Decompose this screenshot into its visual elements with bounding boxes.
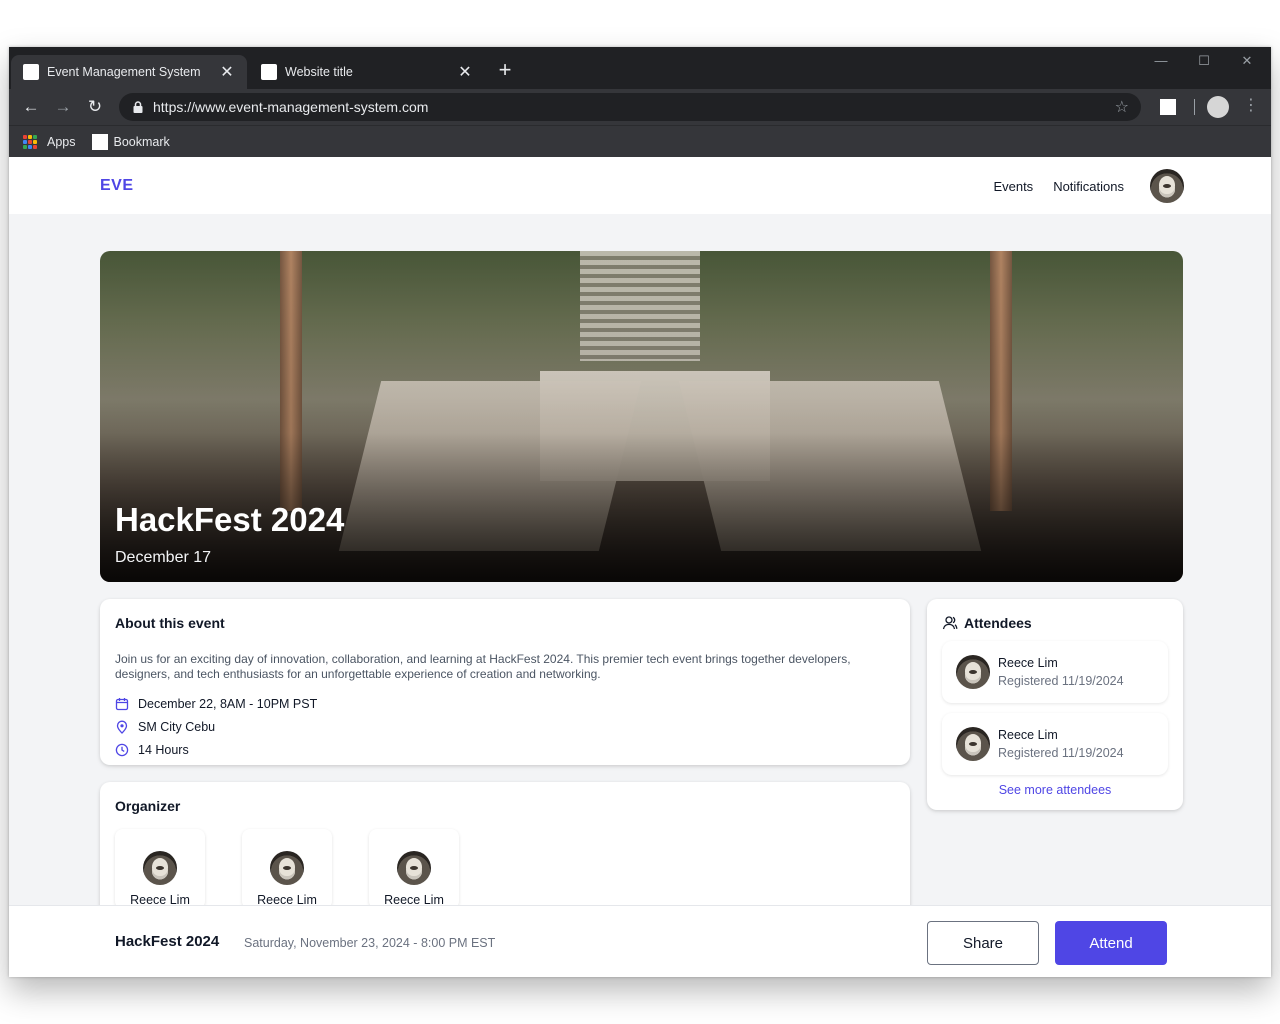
organizer-card: Organizer Reece Lim Reece Lim Reece Lim <box>100 782 910 922</box>
attendee-info: Reece Lim Registered 11/19/2024 <box>998 728 1124 760</box>
share-button[interactable]: Share <box>927 921 1039 965</box>
back-arrow-icon[interactable]: ← <box>19 95 43 119</box>
event-location-row: SM City Cebu <box>115 719 895 734</box>
star-icon[interactable]: ☆ <box>1115 97 1129 117</box>
browser-chrome: Event Management System ✕ Website title … <box>9 47 1271 157</box>
event-hero-banner: HackFest 2024 December 17 <box>100 251 1183 582</box>
attendee-registered: Registered 11/19/2024 <box>998 674 1124 688</box>
event-duration-row: 14 Hours <box>115 742 895 757</box>
attendee-item[interactable]: Reece Lim Registered 11/19/2024 <box>942 641 1168 703</box>
attendees-header: Attendees <box>942 615 1168 631</box>
browser-toolbar: ← → ↻ https://www.event-management-syste… <box>9 89 1271 125</box>
clock-icon <box>115 743 129 756</box>
address-bar[interactable]: https://www.event-management-system.com … <box>119 93 1141 121</box>
attendee-name: Reece Lim <box>998 728 1058 742</box>
bookmarks-bar: Apps Bookmark <box>9 125 1271 157</box>
close-icon[interactable]: ✕ <box>457 62 473 82</box>
bookmark-link[interactable]: Bookmark <box>114 135 170 149</box>
location-pin-icon <box>116 720 128 734</box>
attendee-name: Reece Lim <box>998 656 1058 670</box>
avatar <box>397 851 431 885</box>
footer-event-datetime: Saturday, November 23, 2024 - 8:00 PM ES… <box>244 936 496 950</box>
see-more-attendees-link[interactable]: See more attendees <box>942 783 1168 797</box>
avatar <box>956 655 990 689</box>
tab-favicon <box>23 64 39 80</box>
tab-website-title[interactable]: Website title ✕ <box>249 55 485 89</box>
menu-kebab-icon[interactable]: ⋮ <box>1243 95 1259 115</box>
organizer-list: Reece Lim Reece Lim Reece Lim <box>115 829 895 909</box>
avatar <box>143 851 177 885</box>
event-details: December 22, 8AM - 10PM PST SM City Cebu… <box>115 696 895 757</box>
event-title: HackFest 2024 <box>115 501 345 538</box>
organizer-item[interactable]: Reece Lim <box>369 829 459 909</box>
profile-avatar[interactable] <box>1207 96 1229 118</box>
close-icon[interactable]: ✕ <box>219 62 235 82</box>
calendar-icon <box>115 697 129 710</box>
event-datetime: December 22, 8AM - 10PM PST <box>138 696 318 711</box>
tab-favicon <box>261 64 277 80</box>
organizer-item[interactable]: Reece Lim <box>115 829 205 909</box>
tab-strip: Event Management System ✕ Website title … <box>9 47 1271 89</box>
lock-icon <box>133 101 143 113</box>
avatar <box>956 727 990 761</box>
forward-arrow-icon[interactable]: → <box>51 95 75 119</box>
apps-link[interactable]: Apps <box>47 135 76 149</box>
event-location: SM City Cebu <box>138 719 216 734</box>
attend-button[interactable]: Attend <box>1055 921 1167 965</box>
browser-window: Event Management System ✕ Website title … <box>9 47 1271 977</box>
nav-notifications[interactable]: Notifications <box>1053 179 1124 194</box>
sticky-footer: HackFest 2024 Saturday, November 23, 202… <box>9 905 1271 977</box>
tab-title: Event Management System <box>47 65 201 79</box>
app-header: EVE Events Notifications <box>9 157 1271 214</box>
window-close-icon[interactable]: ✕ <box>1237 53 1257 69</box>
attendee-item[interactable]: Reece Lim Registered 11/19/2024 <box>942 713 1168 775</box>
avatar <box>270 851 304 885</box>
attendees-icon <box>942 616 958 630</box>
new-tab-button[interactable]: + <box>493 58 517 82</box>
maximize-icon[interactable]: ☐ <box>1194 53 1214 69</box>
tab-title: Website title <box>285 65 353 79</box>
tab-event-management[interactable]: Event Management System ✕ <box>11 55 247 89</box>
nav-events[interactable]: Events <box>993 179 1033 194</box>
attendee-registered: Registered 11/19/2024 <box>998 746 1124 760</box>
event-datetime-row: December 22, 8AM - 10PM PST <box>115 696 895 711</box>
extension-icon[interactable] <box>1160 99 1176 115</box>
apps-grid-icon[interactable] <box>23 134 37 149</box>
event-duration: 14 Hours <box>138 742 189 757</box>
organizer-heading: Organizer <box>115 798 181 814</box>
about-event-card: About this event Join us for an exciting… <box>100 599 910 765</box>
user-avatar[interactable] <box>1150 169 1184 203</box>
top-nav: Events Notifications <box>993 169 1184 203</box>
attendees-card: Attendees Reece Lim Registered 11/19/202… <box>927 599 1183 810</box>
reload-icon[interactable]: ↻ <box>83 95 107 119</box>
logo[interactable]: EVE <box>100 177 134 195</box>
event-date: December 17 <box>115 549 212 566</box>
about-heading: About this event <box>115 615 225 631</box>
toolbar-divider <box>1194 99 1195 115</box>
footer-event-title: HackFest 2024 <box>115 933 220 950</box>
attendee-info: Reece Lim Registered 11/19/2024 <box>998 656 1124 688</box>
minimize-icon[interactable]: — <box>1151 53 1171 68</box>
organizer-item[interactable]: Reece Lim <box>242 829 332 909</box>
url-text: https://www.event-management-system.com <box>153 99 429 115</box>
event-description: Join us for an exciting day of innovatio… <box>115 652 851 681</box>
bookmark-favicon <box>91 133 108 150</box>
attendees-heading: Attendees <box>964 615 1032 631</box>
